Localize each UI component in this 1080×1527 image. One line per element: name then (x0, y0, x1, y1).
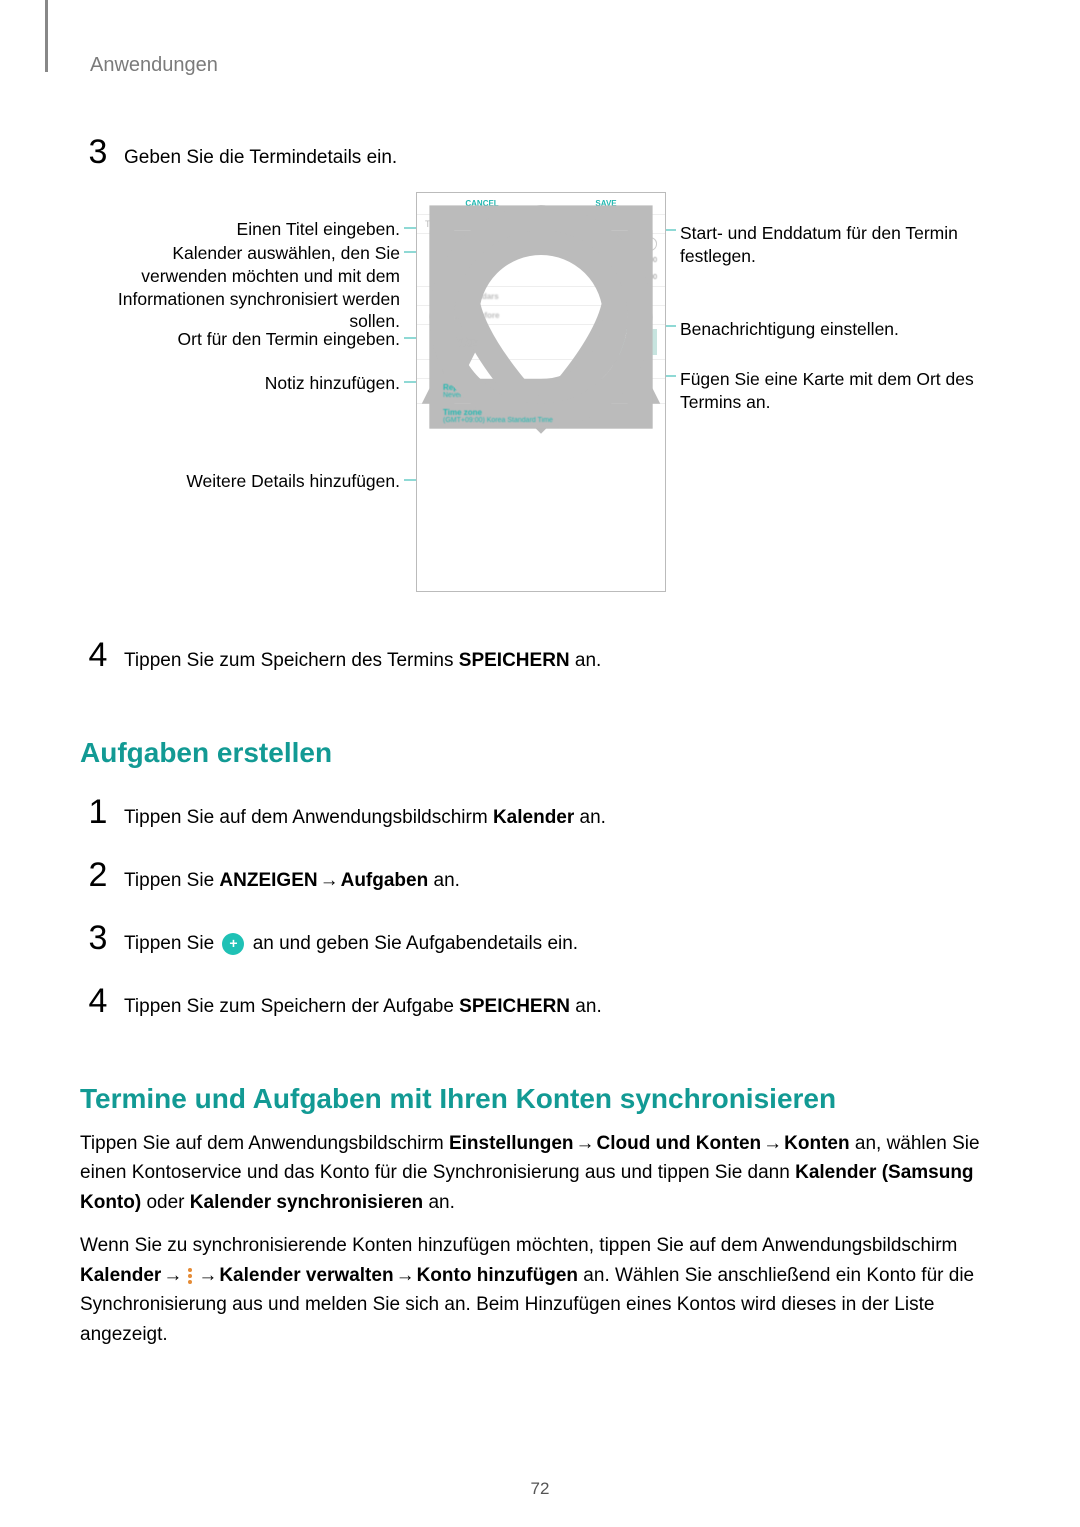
step-number: 2 (80, 856, 116, 895)
plus-icon: + (222, 933, 244, 955)
step-number: 3 (80, 133, 116, 172)
header-rule (45, 0, 48, 72)
page-header: Anwendungen (90, 54, 1000, 77)
section-title-tasks: Aufgaben erstellen (80, 737, 1000, 769)
step-number: 4 (80, 982, 116, 1021)
page-number: 72 (0, 1479, 1080, 1499)
task-step-1-text: Tippen Sie auf dem Anwendungsbildschirm … (124, 805, 606, 832)
section-title-sync: Termine und Aufgaben mit Ihren Konten sy… (80, 1083, 1000, 1115)
globe-icon (425, 411, 435, 421)
sync-paragraph-1: Tippen Sie auf dem Anwendungsbildschirm … (80, 1129, 1000, 1217)
ss-tz: Time zone (443, 408, 553, 417)
step-3-text: Geben Sie die Termindetails ein. (124, 145, 397, 172)
ss-tz-val: (GMT+09:00) Korea Standard Time (443, 417, 553, 424)
task-step-1: 1 Tippen Sie auf dem Anwendungsbildschir… (80, 793, 1000, 832)
sync-paragraph-2: Wenn Sie zu synchronisierende Konten hin… (80, 1231, 1000, 1349)
step-number: 3 (80, 919, 116, 958)
more-options-icon (188, 1268, 192, 1284)
annotated-diagram: Einen Titel eingeben. Kalender auswählen… (80, 192, 1000, 612)
step-number: 1 (80, 793, 116, 832)
task-step-4-text: Tippen Sie zum Speichern der Aufgabe SPE… (124, 994, 602, 1021)
task-step-2: 2 Tippen Sie ANZEIGEN → Aufgaben an. (80, 856, 1000, 895)
task-step-3-text: Tippen Sie + an und geben Sie Aufgabende… (124, 931, 578, 958)
task-step-3: 3 Tippen Sie + an und geben Sie Aufgaben… (80, 919, 1000, 958)
step-3-row: 3 Geben Sie die Termindetails ein. (80, 133, 1000, 172)
task-step-4: 4 Tippen Sie zum Speichern der Aufgabe S… (80, 982, 1000, 1021)
step-4-row: 4 Tippen Sie zum Speichern des Termins S… (80, 636, 1000, 675)
calendar-event-screenshot: CANCEL SAVE T Title All day Start Fri, 2… (416, 192, 666, 592)
step-number: 4 (80, 636, 116, 675)
task-step-2-text: Tippen Sie ANZEIGEN → Aufgaben an. (124, 868, 460, 895)
step-4-text: Tippen Sie zum Speichern des Termins SPE… (124, 648, 601, 675)
